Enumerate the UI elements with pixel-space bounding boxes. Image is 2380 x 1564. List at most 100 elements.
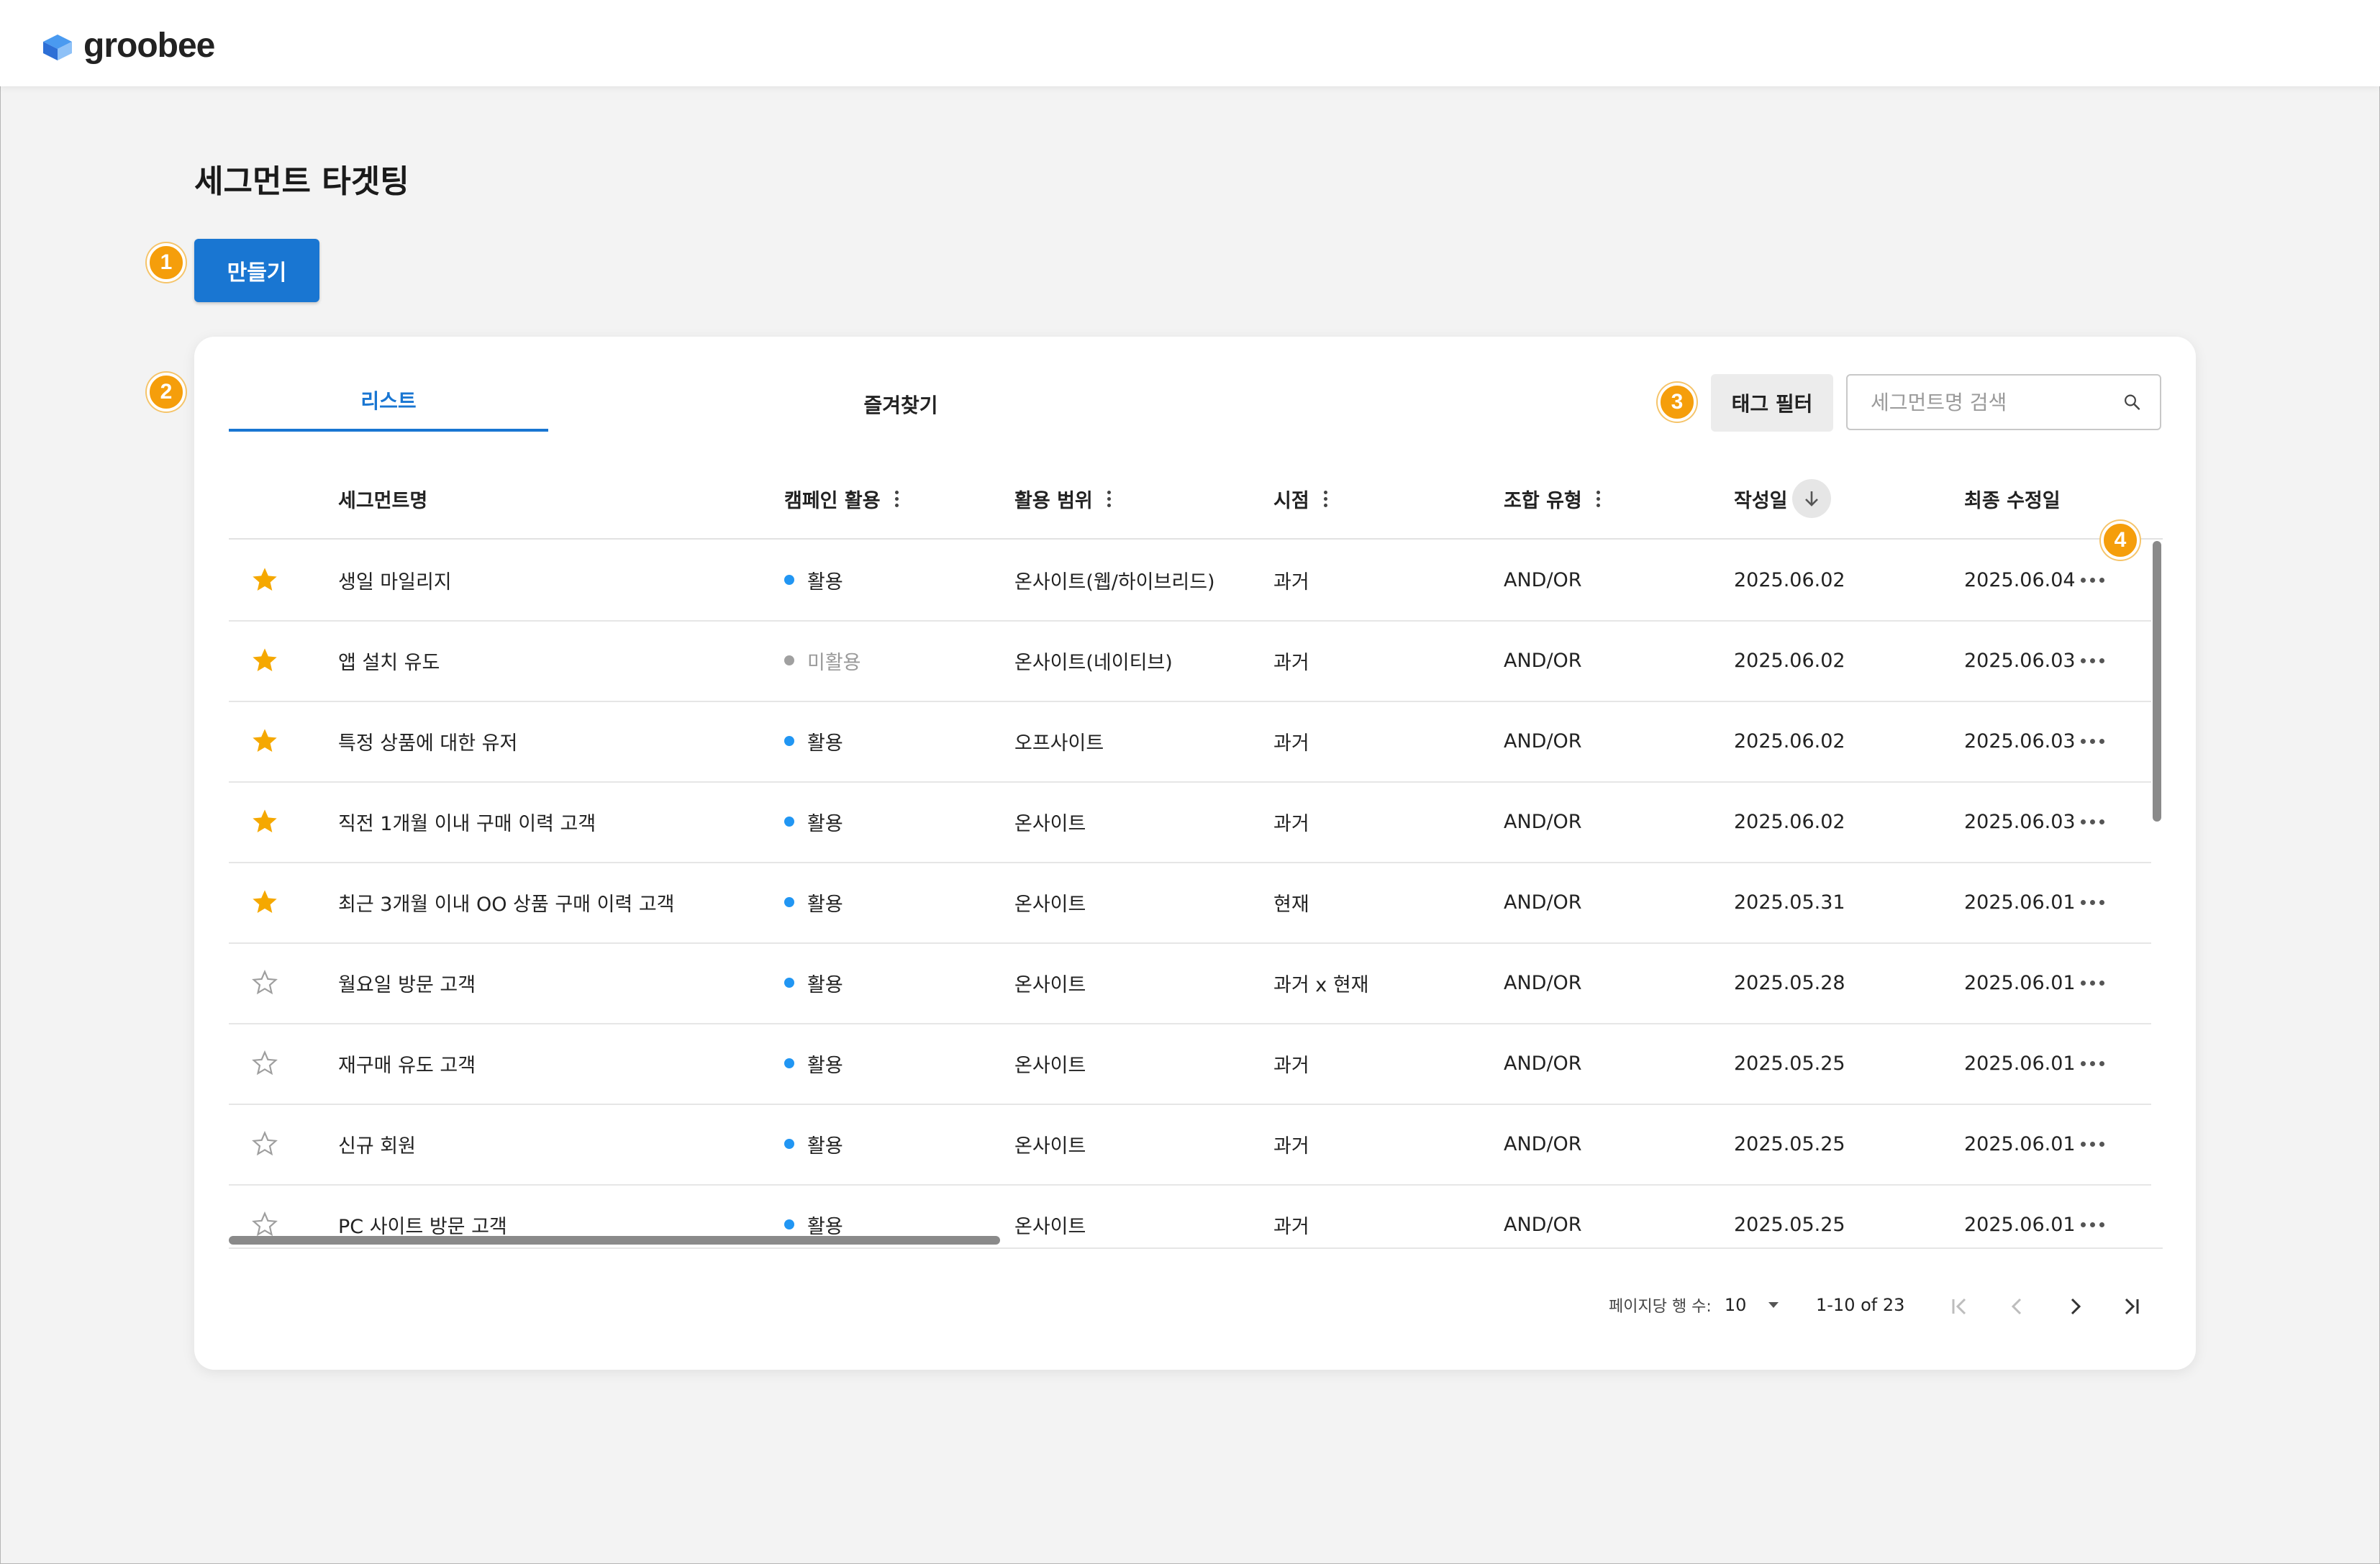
- column-header-name[interactable]: 세그먼트명: [338, 459, 427, 538]
- column-header-created-label: 작성일: [1734, 489, 1788, 512]
- star-outline-icon[interactable]: [250, 1104, 279, 1184]
- cell-scope: 온사이트: [1014, 973, 1086, 996]
- column-header-modified-label: 최종 수정일: [1964, 489, 2061, 512]
- status-dot: [784, 736, 794, 746]
- cell-campaign: 활용: [784, 1184, 843, 1240]
- cell-modified: 2025.06.04: [1964, 568, 2076, 591]
- table-header: 세그먼트명 캠페인 활용 활용 범위 시점 조합 유형 작성일 최종 수정일: [229, 459, 2163, 540]
- cell-created: 2025.05.28: [1734, 971, 1845, 994]
- more-horizontal-icon[interactable]: [2071, 620, 2114, 701]
- top-bar: groobee: [0, 0, 2380, 86]
- cell-modified: 2025.06.03: [1964, 729, 2076, 753]
- cell-campaign: 활용: [784, 781, 843, 862]
- search-icon[interactable]: [2123, 388, 2141, 417]
- vertical-scrollbar[interactable]: [2153, 541, 2161, 1260]
- first-page-button[interactable]: [1938, 1285, 1981, 1328]
- star-filled-icon[interactable]: [250, 701, 279, 781]
- sort-desc-button[interactable]: [1791, 479, 1831, 518]
- table-row[interactable]: 직전 1개월 이내 구매 이력 고객 활용 온사이트 과거 AND/OR 2025.06.…: [229, 781, 2151, 863]
- horizontal-scrollbar-thumb[interactable]: [229, 1236, 1000, 1245]
- more-horizontal-icon[interactable]: [2071, 862, 2114, 942]
- chevron-left-icon: [2011, 1298, 2022, 1315]
- more-vertical-icon[interactable]: [894, 490, 899, 507]
- table-row[interactable]: 재구매 유도 고객 활용 온사이트 과거 AND/OR 2025.05.25 2025.06…: [229, 1023, 2151, 1105]
- column-header-campaign[interactable]: 캠페인 활용: [784, 459, 899, 538]
- status-dot: [784, 1139, 794, 1149]
- cell-time: 과거: [1273, 1135, 1309, 1158]
- create-button[interactable]: 만들기: [194, 239, 319, 302]
- cell-scope: 온사이트: [1014, 1215, 1086, 1238]
- status-dot: [784, 1219, 794, 1229]
- cell-campaign: 활용: [784, 701, 843, 781]
- star-filled-icon[interactable]: [250, 620, 279, 701]
- last-page-button[interactable]: [2109, 1285, 2153, 1328]
- cell-created: 2025.06.02: [1734, 810, 1845, 833]
- more-horizontal-icon[interactable]: [2071, 781, 2114, 862]
- table-row[interactable]: 신규 회원 활용 온사이트 과거 AND/OR 2025.05.25 2025.06.01: [229, 1104, 2151, 1186]
- star-filled-icon[interactable]: [250, 862, 279, 942]
- more-horizontal-icon[interactable]: [2071, 1104, 2114, 1184]
- column-header-time[interactable]: 시점: [1273, 459, 1328, 538]
- cell-combo: AND/OR: [1504, 568, 1582, 591]
- cell-scope: 오프사이트: [1014, 732, 1104, 755]
- column-header-combo[interactable]: 조합 유형: [1504, 459, 1601, 538]
- cell-time: 과거: [1273, 732, 1309, 755]
- cell-created: 2025.06.02: [1734, 729, 1845, 753]
- column-header-scope-label: 활용 범위: [1014, 489, 1093, 512]
- cell-time: 과거: [1273, 570, 1309, 594]
- next-page-button[interactable]: [2053, 1285, 2097, 1328]
- cell-combo: AND/OR: [1504, 1132, 1582, 1155]
- cell-scope: 온사이트: [1014, 1135, 1086, 1158]
- prev-page-button[interactable]: [1996, 1285, 2039, 1328]
- rows-per-page-select[interactable]: 10: [1725, 1295, 1783, 1315]
- cell-time: 과거: [1273, 1215, 1309, 1238]
- logo-text: groobee: [83, 27, 215, 65]
- table-row[interactable]: 생일 마일리지 활용 온사이트(웹/하이브리드) 과거 AND/OR 2025.06.02…: [229, 540, 2151, 622]
- star-outline-icon[interactable]: [250, 1184, 279, 1240]
- table-row[interactable]: 최근 3개월 이내 OO 상품 구매 이력 고객 활용 온사이트 현재 AND/OR 20…: [229, 862, 2151, 944]
- more-vertical-icon[interactable]: [1323, 490, 1328, 507]
- cell-campaign-label: 활용: [807, 812, 843, 835]
- table-row[interactable]: 월요일 방문 고객 활용 온사이트 과거 x 현재 AND/OR 2025.05.28 20…: [229, 942, 2151, 1024]
- cell-modified: 2025.06.01: [1964, 891, 2076, 914]
- more-vertical-icon[interactable]: [1107, 490, 1112, 507]
- table-row[interactable]: PC 사이트 방문 고객 활용 온사이트 과거 AND/OR 2025.05.25 2025…: [229, 1184, 2151, 1240]
- tab-favorites[interactable]: 즐겨찾기: [741, 374, 1060, 435]
- more-horizontal-icon[interactable]: [2071, 1023, 2114, 1104]
- cell-campaign: 활용: [784, 1104, 843, 1184]
- more-vertical-icon[interactable]: [1596, 490, 1601, 507]
- cell-modified: 2025.06.01: [1964, 1132, 2076, 1155]
- search-input[interactable]: [1869, 389, 2123, 415]
- column-header-scope[interactable]: 활용 범위: [1014, 459, 1112, 538]
- cell-name: 최근 3개월 이내 OO 상품 구매 이력 고객: [338, 893, 675, 916]
- table-row[interactable]: 앱 설치 유도 미활용 온사이트(네이티브) 과거 AND/OR 2025.06.02 20…: [229, 620, 2151, 702]
- column-header-modified[interactable]: 최종 수정일: [1964, 459, 2061, 538]
- logo-mark-icon: [43, 34, 72, 60]
- page-title: 세그먼트 타겟팅: [194, 163, 409, 200]
- star-filled-icon[interactable]: [250, 540, 279, 620]
- segment-table: 세그먼트명 캠페인 활용 활용 범위 시점 조합 유형 작성일 최종 수정일 생…: [229, 459, 2163, 1240]
- star-outline-icon[interactable]: [250, 1023, 279, 1104]
- cell-name: 신규 회원: [338, 1135, 416, 1158]
- cell-created: 2025.06.02: [1734, 568, 1845, 591]
- cell-created: 2025.06.02: [1734, 649, 1845, 672]
- column-header-created[interactable]: 작성일: [1734, 459, 1831, 538]
- horizontal-scrollbar-track: [229, 1247, 2163, 1249]
- cell-scope: 온사이트: [1014, 1054, 1086, 1077]
- cell-campaign-label: 활용: [807, 1215, 843, 1238]
- more-horizontal-icon[interactable]: [2071, 701, 2114, 781]
- more-horizontal-icon[interactable]: [2071, 942, 2114, 1023]
- cell-scope: 온사이트(네이티브): [1014, 651, 1173, 674]
- vertical-scrollbar-thumb[interactable]: [2153, 541, 2161, 822]
- status-dot: [784, 978, 794, 988]
- tag-filter-button[interactable]: 태그 필터: [1711, 374, 1833, 432]
- star-outline-icon[interactable]: [250, 942, 279, 1023]
- more-horizontal-icon[interactable]: [2071, 1184, 2114, 1240]
- star-filled-icon[interactable]: [250, 781, 279, 862]
- logo[interactable]: groobee: [39, 26, 215, 65]
- cell-combo: AND/OR: [1504, 1213, 1582, 1236]
- status-dot: [784, 575, 794, 585]
- table-row[interactable]: 특정 상품에 대한 유저 활용 오프사이트 과거 AND/OR 2025.06.02 202…: [229, 701, 2151, 783]
- cell-time: 과거 x 현재: [1273, 973, 1369, 996]
- tab-list[interactable]: 리스트: [229, 371, 548, 432]
